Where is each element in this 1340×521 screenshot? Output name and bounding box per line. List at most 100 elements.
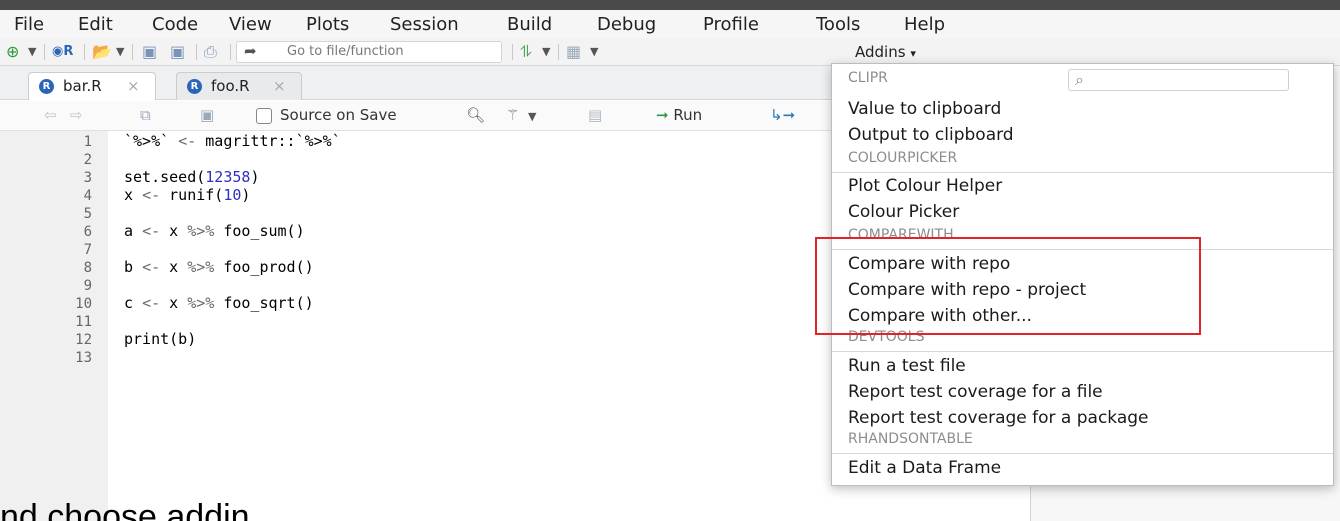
toolbar-separator (44, 44, 45, 60)
addins-button[interactable]: Addins ▾ (855, 43, 916, 61)
code-line[interactable]: c <- x %>% foo_sqrt() (124, 294, 314, 312)
menu-divider (832, 172, 1333, 173)
forward-arrow-icon[interactable]: ⇨ (70, 106, 83, 124)
menu-code[interactable]: Code (152, 14, 198, 35)
line-number: 11 (75, 314, 92, 330)
menu-divider (832, 453, 1333, 454)
tab-foo-r[interactable]: R foo.R × (176, 72, 302, 100)
pane-layout-caret-icon[interactable]: ▼ (590, 42, 598, 62)
addin-menu-item[interactable]: Edit a Data Frame (848, 458, 1001, 478)
vcs-icon[interactable]: ⥮ (520, 42, 532, 62)
rerun-icon[interactable]: ↳➞ (770, 106, 795, 124)
numeric-literal: 12358 (205, 168, 251, 186)
menu-tools[interactable]: Tools (816, 14, 860, 35)
new-project-icon[interactable]: ◉R (52, 42, 73, 62)
highlight-annotation (815, 237, 1201, 335)
window-top-band (0, 0, 1340, 10)
code-line[interactable]: b <- x %>% foo_prod() (124, 258, 314, 276)
open-file-icon[interactable]: 📂 (92, 42, 112, 62)
menu-profile[interactable]: Profile (703, 14, 759, 35)
save-icon[interactable]: ▣ (142, 42, 157, 62)
line-number: 1 (83, 134, 92, 150)
addin-menu-item[interactable]: Colour Picker (848, 202, 959, 222)
toolbar-separator (196, 44, 197, 60)
search-icon[interactable]: 🔍︎ (466, 106, 485, 124)
menu-group-header: RHANDSONTABLE (848, 431, 973, 447)
close-icon[interactable]: × (127, 73, 140, 99)
main-toolbar: ⊕ ▼ ◉R 📂 ▼ ▣ ▣ ⎙ Go to file/function ➦ ⥮… (0, 38, 1340, 66)
pipe-operator: %>% (187, 258, 215, 276)
chevron-down-icon: ▾ (910, 47, 916, 60)
assign-operator: <- (142, 258, 161, 276)
pipe-operator: %>% (187, 222, 215, 240)
addin-menu-item[interactable]: Report test coverage for a package (848, 408, 1149, 428)
toolbar-separator (558, 44, 559, 60)
pipe-operator: %>% (187, 294, 215, 312)
goto-file-input[interactable]: Go to file/function (236, 41, 502, 63)
assign-operator: <- (178, 132, 197, 150)
new-file-icon[interactable]: ⊕ (6, 42, 19, 62)
run-label: Run (673, 106, 703, 124)
line-number: 4 (83, 188, 92, 204)
pane-layout-icon[interactable]: ▦ (566, 42, 581, 62)
line-number: 13 (75, 350, 92, 366)
tab-label: foo.R (211, 77, 250, 95)
addins-search-input[interactable]: ⌕ (1068, 69, 1289, 91)
assign-operator: <- (142, 186, 161, 204)
code-line[interactable]: set.seed(12358) (124, 168, 259, 186)
code-line[interactable]: x <- runif(10) (124, 186, 250, 204)
addin-menu-item[interactable]: Output to clipboard (848, 125, 1014, 145)
compile-report-icon[interactable]: ▤ (588, 106, 602, 124)
code-line[interactable]: print(b) (124, 330, 196, 348)
menu-session[interactable]: Session (390, 14, 459, 35)
magic-wand-icon[interactable]: ⚚ (506, 106, 519, 124)
source-on-save-checkbox[interactable] (256, 108, 272, 124)
code-line[interactable]: a <- x %>% foo_sum() (124, 222, 305, 240)
wand-caret-icon[interactable]: ▼ (528, 110, 536, 123)
back-arrow-icon[interactable]: ⇦ (44, 106, 57, 124)
assign-operator: <- (142, 294, 161, 312)
menu-group-header: COLOURPICKER (848, 150, 958, 166)
line-number: 5 (83, 206, 92, 222)
new-file-caret-icon[interactable]: ▼ (28, 42, 36, 62)
search-icon: ⌕ (1075, 70, 1084, 89)
toolbar-separator (132, 44, 133, 60)
assign-operator: <- (142, 222, 161, 240)
menu-help[interactable]: Help (904, 14, 945, 35)
save-icon[interactable]: ▣ (200, 106, 214, 124)
menu-build[interactable]: Build (507, 14, 552, 35)
tab-bar-r[interactable]: R bar.R × (28, 72, 156, 100)
open-file-caret-icon[interactable]: ▼ (116, 42, 124, 62)
r-file-icon: R (39, 79, 54, 94)
menu-debug[interactable]: Debug (597, 14, 656, 35)
numeric-literal: 10 (223, 186, 242, 204)
addin-menu-item[interactable]: Run a test file (848, 356, 966, 376)
line-number: 8 (83, 260, 92, 276)
line-number: 10 (75, 296, 92, 312)
addin-menu-item[interactable]: Report test coverage for a file (848, 382, 1103, 402)
menu-file[interactable]: File (14, 14, 44, 35)
code-line[interactable]: `%>%` <- magrittr::`%>%` (124, 132, 341, 150)
menu-divider (832, 351, 1333, 352)
menu-plots[interactable]: Plots (306, 14, 349, 35)
print-icon[interactable]: ⎙ (204, 42, 217, 62)
line-number: 6 (83, 224, 92, 240)
line-number: 12 (75, 332, 92, 348)
save-all-icon[interactable]: ▣ (170, 42, 185, 62)
tab-label: bar.R (63, 77, 102, 95)
line-number: 7 (83, 242, 92, 258)
show-in-window-icon[interactable]: ⧉ (140, 106, 151, 124)
close-icon[interactable]: × (273, 73, 286, 99)
vcs-caret-icon[interactable]: ▼ (542, 42, 550, 62)
line-number: 2 (83, 152, 92, 168)
addins-label: Addins (855, 43, 906, 61)
addin-menu-item[interactable]: Plot Colour Helper (848, 176, 1002, 196)
run-button[interactable]: ➞ Run (656, 106, 702, 124)
addin-menu-item[interactable]: Value to clipboard (848, 99, 1001, 119)
goto-arrow-icon: ➦ (244, 42, 257, 60)
source-on-save-label: Source on Save (280, 106, 397, 124)
editor-toolbar: ⇦ ⇨ ⧉ ▣ Source on Save 🔍︎ ⚚ ▼ ▤ ➞ Run ↳➞ (0, 101, 840, 131)
line-number: 9 (83, 278, 92, 294)
menu-view[interactable]: View (229, 14, 272, 35)
menu-edit[interactable]: Edit (78, 14, 113, 35)
